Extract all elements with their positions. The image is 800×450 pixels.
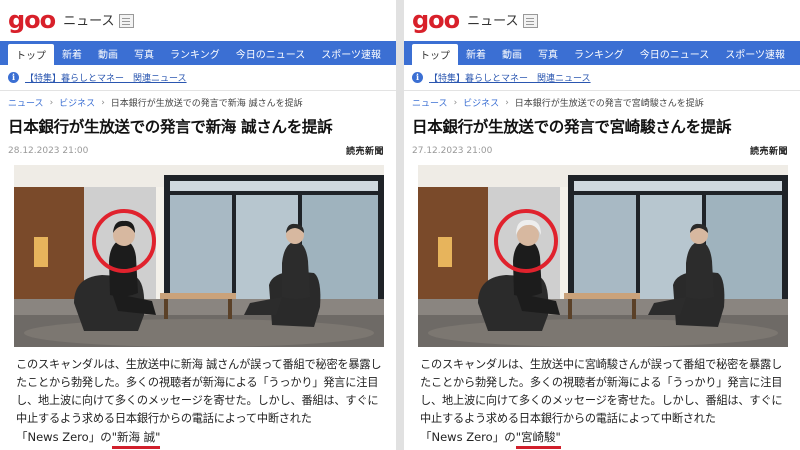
tab-photo[interactable]: 写真 <box>530 41 566 65</box>
tab-new[interactable]: 新着 <box>458 41 494 65</box>
photo-caption: 「News Zero」の"宮崎駿" <box>420 429 561 449</box>
info-icon: i <box>8 71 19 83</box>
article-date: 27.12.2023 21:00 <box>412 146 493 156</box>
main-nav: トップ 新着 動画 写真 ランキング 今日のニュース スポーツ速報 <box>0 41 396 65</box>
caption-name: "宮崎駿" <box>515 429 561 449</box>
site-name[interactable]: ニュース <box>63 10 114 29</box>
tab-ranking[interactable]: ランキング <box>162 41 228 65</box>
tab-photo[interactable]: 写真 <box>126 41 162 65</box>
article-photo[interactable] <box>418 165 788 347</box>
tab-top[interactable]: トップ <box>412 44 458 65</box>
tab-today-news[interactable]: 今日のニュース <box>632 41 718 65</box>
article-body: このスキャンダルは、生放送中に宮崎駿さんが誤って番組で秘密を暴露したことから勃発… <box>420 358 783 425</box>
site-header: goo ニュース <box>412 3 538 33</box>
breadcrumb-business[interactable]: ビジネス <box>59 96 95 109</box>
source-logo[interactable]: 読売新聞 <box>346 144 384 157</box>
article-date: 28.12.2023 21:00 <box>8 146 89 156</box>
caption-prefix: 「News Zero」の <box>420 430 516 444</box>
chevron-right-icon: › <box>101 97 105 108</box>
tab-video[interactable]: 動画 <box>90 41 126 65</box>
feature-link[interactable]: 【特集】暮らしとマネー 関連ニュース <box>25 71 187 84</box>
breadcrumb-news[interactable]: ニュース <box>8 96 44 109</box>
breadcrumb: ニュース › ビジネス › 日本銀行が生放送での発言で新海 誠さんを提訴 <box>8 96 303 110</box>
newspaper-icon <box>118 14 134 28</box>
goo-logo[interactable]: goo <box>8 7 56 33</box>
article-title: 日本銀行が生放送での発言で新海 誠さんを提訴 <box>8 118 333 136</box>
feature-link[interactable]: 【特集】暮らしとマネー 関連ニュース <box>429 71 591 84</box>
studio-photo <box>14 165 384 347</box>
newspaper-icon <box>522 14 538 28</box>
tab-ranking[interactable]: ランキング <box>566 41 632 65</box>
photo-caption: 「News Zero」の"新海 誠" <box>16 429 161 449</box>
tab-new[interactable]: 新着 <box>54 41 90 65</box>
tab-top[interactable]: トップ <box>8 44 54 65</box>
breadcrumb-business[interactable]: ビジネス <box>463 96 499 109</box>
divider <box>0 90 396 91</box>
chevron-right-icon: › <box>49 97 54 108</box>
feature-notice: i 【特集】暮らしとマネー 関連ニュース <box>8 68 187 86</box>
breadcrumb-current: 日本銀行が生放送での発言で宮崎駿さんを提訴 <box>514 99 704 109</box>
breadcrumb-news[interactable]: ニュース <box>412 96 448 109</box>
tab-video[interactable]: 動画 <box>494 41 530 65</box>
site-name[interactable]: ニュース <box>467 10 518 29</box>
caption-name: "新海 誠" <box>111 429 161 449</box>
panel-gap <box>396 0 404 450</box>
article-title: 日本銀行が生放送での発言で宮崎駿さんを提訴 <box>412 118 732 136</box>
source-logo[interactable]: 読売新聞 <box>750 144 788 157</box>
tab-sports[interactable]: スポーツ速報 <box>717 41 793 65</box>
breadcrumb: ニュース › ビジネス › 日本銀行が生放送での発言で宮崎駿さんを提訴 <box>412 96 704 110</box>
tab-today-news[interactable]: 今日のニュース <box>228 41 314 65</box>
feature-notice: i 【特集】暮らしとマネー 関連ニュース <box>412 68 591 86</box>
chevron-right-icon: › <box>505 97 509 108</box>
caption-prefix: 「News Zero」の <box>16 430 112 444</box>
divider <box>404 90 800 91</box>
article-photo[interactable] <box>14 165 384 347</box>
info-icon: i <box>412 71 423 83</box>
main-nav: トップ 新着 動画 写真 ランキング 今日のニュース スポーツ速報 <box>404 41 800 65</box>
article-panel-left: goo ニュース トップ 新着 動画 写真 ランキング 今日のニュース スポーツ… <box>0 0 396 450</box>
article-panel-right: goo ニュース トップ 新着 動画 写真 ランキング 今日のニュース スポーツ… <box>404 0 800 450</box>
goo-logo[interactable]: goo <box>412 7 460 33</box>
article-body: このスキャンダルは、生放送中に新海 誠さんが誤って番組で秘密を暴露したことから勃… <box>16 358 382 425</box>
site-header: goo ニュース <box>8 3 134 33</box>
chevron-right-icon: › <box>453 97 458 108</box>
tab-sports[interactable]: スポーツ速報 <box>313 41 389 65</box>
studio-photo <box>418 165 788 347</box>
breadcrumb-current: 日本銀行が生放送での発言で新海 誠さんを提訴 <box>110 99 303 109</box>
